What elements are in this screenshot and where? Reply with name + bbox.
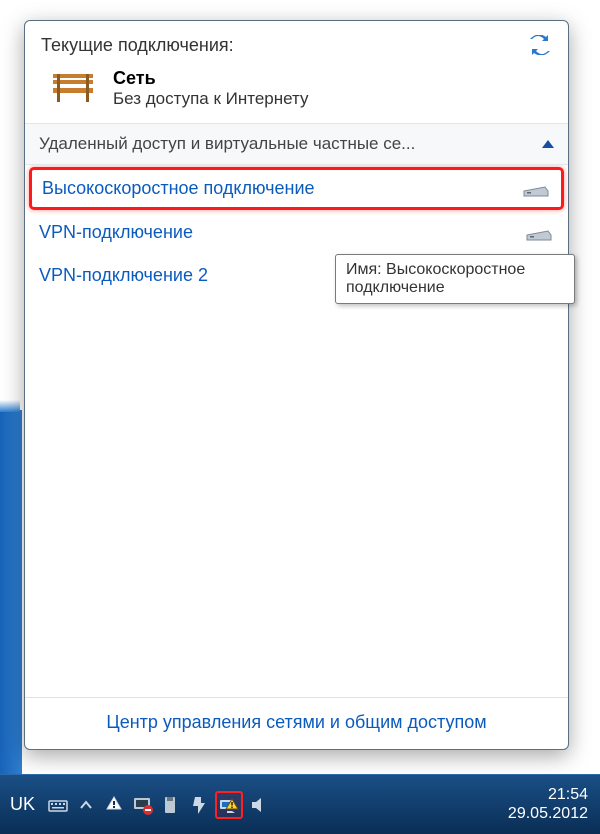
system-tray [47,791,271,819]
connection-label: VPN-подключение [39,222,512,243]
network-center-link-row: Центр управления сетями и общим доступом [25,697,568,749]
chevron-up-icon [542,140,554,148]
clock-time: 21:54 [508,786,588,804]
refresh-icon [528,35,552,55]
action-center-icon[interactable] [103,794,125,816]
network-flyout: Текущие подключения: Сеть [24,20,569,750]
network-center-link[interactable]: Центр управления сетями и общим доступом [106,712,486,732]
tooltip: Имя: Высокоскоростное подключение [335,254,575,304]
language-indicator[interactable]: UK [10,794,35,815]
volume-icon[interactable] [249,794,271,816]
connection-item-vpn[interactable]: VPN-подключение [25,212,568,253]
network-tray-icon[interactable] [215,791,243,819]
connection-item-highspeed[interactable]: Высокоскоростное подключение [29,167,564,210]
background-edge [0,410,22,774]
clock-date: 29.05.2012 [508,805,588,823]
security-icon[interactable] [131,794,153,816]
network-status: Без доступа к Интернету [113,89,309,109]
taskbar: UK [0,774,600,834]
section-remote-access[interactable]: Удаленный доступ и виртуальные частные с… [25,123,568,165]
modem-icon [521,179,551,199]
refresh-button[interactable] [528,35,552,55]
clock[interactable]: 21:54 29.05.2012 [508,786,594,823]
network-name: Сеть [113,68,309,89]
removable-device-icon[interactable] [159,794,181,816]
connection-list: Высокоскоростное подключение VPN-подключ… [25,165,568,697]
keyboard-icon[interactable] [47,794,69,816]
power-icon[interactable] [187,794,209,816]
connection-label: Высокоскоростное подключение [42,178,509,199]
popup-title: Текущие подключения: [41,35,234,56]
background-edge-top [0,400,20,412]
section-label: Удаленный доступ и виртуальные частные с… [39,134,532,154]
park-bench-icon [49,68,97,104]
modem-icon [524,223,554,243]
chevron-up-tray-icon[interactable] [75,794,97,816]
current-network-block: Сеть Без доступа к Интернету [25,62,568,123]
